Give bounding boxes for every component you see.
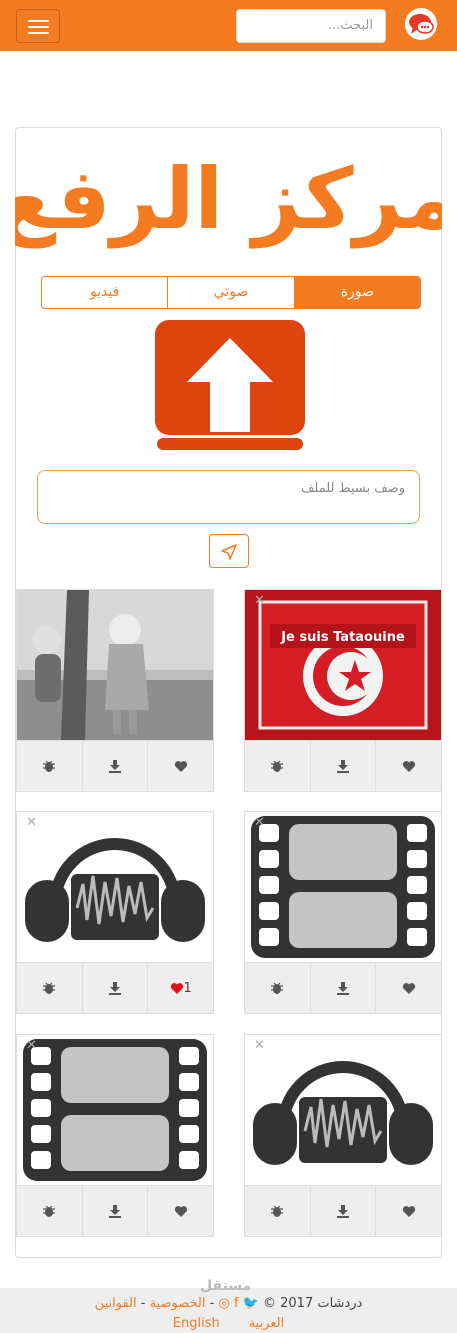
media-card: ✕ xyxy=(244,811,442,1014)
report-button[interactable] xyxy=(17,741,83,791)
menu-toggle-button[interactable] xyxy=(16,9,60,43)
card-actions xyxy=(17,740,213,791)
heart-icon xyxy=(402,760,415,772)
bug-icon xyxy=(271,1205,284,1217)
like-button[interactable] xyxy=(376,963,441,1013)
footer-sep: - xyxy=(209,1296,215,1311)
download-icon xyxy=(337,760,349,773)
report-button[interactable] xyxy=(17,963,83,1013)
media-card: Je suis Tataouine ✕ xyxy=(244,589,442,792)
close-icon[interactable]: ✕ xyxy=(26,815,37,830)
like-button[interactable] xyxy=(148,741,213,791)
hamburger-line xyxy=(28,32,49,34)
footer-year: 2017 © xyxy=(262,1296,314,1311)
download-button[interactable] xyxy=(311,741,377,791)
media-card xyxy=(16,589,214,792)
card-actions xyxy=(17,1185,213,1236)
close-icon[interactable]: ✕ xyxy=(254,593,265,608)
download-icon xyxy=(337,982,349,995)
bug-icon xyxy=(271,982,284,994)
like-button[interactable] xyxy=(376,1186,441,1236)
heart-icon xyxy=(170,982,183,994)
media-card: ✕ 1 xyxy=(16,811,214,1014)
heart-icon xyxy=(402,1205,415,1217)
close-icon[interactable]: ✕ xyxy=(254,1038,265,1053)
like-button[interactable] xyxy=(376,741,441,791)
download-button[interactable] xyxy=(311,963,377,1013)
lang-en-link[interactable]: English xyxy=(173,1316,220,1331)
like-button[interactable] xyxy=(148,1186,213,1236)
card-actions xyxy=(245,740,441,791)
watermark: مستقل xyxy=(200,1278,252,1294)
download-button[interactable] xyxy=(83,1186,149,1236)
heart-icon xyxy=(174,1205,187,1217)
report-button[interactable] xyxy=(245,1186,311,1236)
media-type-tabs: فيديو صوتي صورة xyxy=(41,276,421,309)
bug-icon xyxy=(43,982,56,994)
media-thumbnail[interactable] xyxy=(17,1035,213,1185)
media-thumbnail[interactable] xyxy=(245,812,441,962)
footer-brand: دردشات xyxy=(317,1296,363,1311)
like-button[interactable]: 1 xyxy=(148,963,213,1013)
media-thumbnail[interactable] xyxy=(17,812,213,962)
card-actions xyxy=(245,1185,441,1236)
download-icon xyxy=(109,1205,121,1218)
media-card: ✕ xyxy=(244,1034,442,1237)
bug-icon xyxy=(43,760,56,772)
close-icon[interactable]: ✕ xyxy=(254,815,265,830)
chat-logo-icon[interactable] xyxy=(403,7,439,43)
page-title: مركز الرفع xyxy=(15,150,442,249)
twitter-icon[interactable]: 🐦 xyxy=(243,1296,259,1311)
language-links: English العربية xyxy=(0,1316,457,1331)
tab-video[interactable]: فيديو xyxy=(42,277,169,308)
lang-ar-link[interactable]: العربية xyxy=(249,1316,285,1331)
paper-plane-icon xyxy=(221,544,237,560)
facebook-icon[interactable]: f xyxy=(234,1296,239,1311)
heart-icon xyxy=(402,982,415,994)
close-icon[interactable]: ✕ xyxy=(26,1038,37,1053)
bug-icon xyxy=(271,760,284,772)
card-actions: 1 xyxy=(17,962,213,1013)
card-actions xyxy=(245,962,441,1013)
report-button[interactable] xyxy=(245,741,311,791)
instagram-icon[interactable]: ◎ xyxy=(218,1296,229,1311)
hamburger-line xyxy=(28,20,49,22)
privacy-link[interactable]: الخصوصية xyxy=(150,1296,206,1311)
svg-text:مركز الرفع: مركز الرفع xyxy=(15,150,442,249)
top-navbar: البحث... xyxy=(0,0,457,51)
download-button[interactable] xyxy=(83,741,149,791)
bug-icon xyxy=(43,1205,56,1217)
media-thumbnail[interactable] xyxy=(17,590,213,740)
download-icon xyxy=(109,982,121,995)
report-button[interactable] xyxy=(17,1186,83,1236)
hamburger-line xyxy=(28,26,49,28)
heart-icon xyxy=(174,760,187,772)
tab-audio[interactable]: صوتي xyxy=(168,277,295,308)
search-input[interactable]: البحث... xyxy=(236,9,386,43)
upload-icon[interactable] xyxy=(155,320,305,452)
rules-link[interactable]: القوانين xyxy=(95,1296,137,1311)
media-card: ✕ xyxy=(16,1034,214,1237)
download-icon xyxy=(109,760,121,773)
download-icon xyxy=(337,1205,349,1218)
send-button[interactable] xyxy=(209,534,249,568)
like-count: 1 xyxy=(183,980,192,996)
file-description-textarea[interactable]: وصف بسيط للملف xyxy=(37,470,420,524)
tab-image[interactable]: صورة xyxy=(294,277,420,308)
footer-line: دردشات 2017 © 🐦 f ◎ - الخصوصية - القواني… xyxy=(0,1296,457,1311)
footer: مستقل دردشات 2017 © 🐦 f ◎ - الخصوصية - ا… xyxy=(0,1278,457,1333)
report-button[interactable] xyxy=(245,963,311,1013)
media-thumbnail[interactable]: Je suis Tataouine xyxy=(245,590,441,740)
download-button[interactable] xyxy=(311,1186,377,1236)
footer-sep: - xyxy=(140,1296,146,1311)
svg-text:Je suis Tataouine: Je suis Tataouine xyxy=(280,630,405,645)
media-thumbnail[interactable] xyxy=(245,1035,441,1185)
download-button[interactable] xyxy=(83,963,149,1013)
